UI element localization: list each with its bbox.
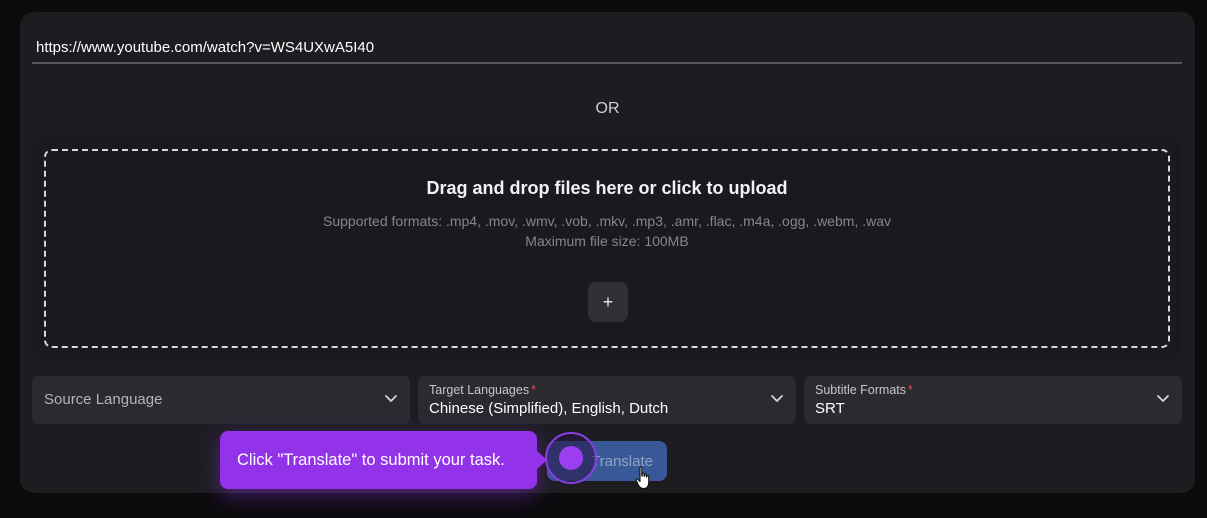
chevron-down-icon — [771, 395, 783, 402]
video-url-input[interactable] — [32, 12, 1182, 64]
target-languages-select[interactable]: Target Languages * Chinese (Simplified), … — [418, 376, 796, 424]
dropzone-title: Drag and drop files here or click to upl… — [426, 178, 788, 198]
or-separator: OR — [595, 100, 620, 117]
highlight-dot — [559, 446, 583, 470]
source-language-select[interactable]: Source Language — [32, 376, 410, 424]
chevron-down-icon — [385, 395, 397, 402]
supported-formats-text: Supported formats: .mp4, .mov, .wmv, .vo… — [323, 213, 891, 229]
required-marker: * — [531, 383, 536, 397]
upload-card: OR Drag and drop files here or click to … — [20, 12, 1195, 493]
subtitle-formats-value: SRT — [815, 400, 845, 417]
subtitle-formats-label: Subtitle Formats * — [815, 383, 913, 397]
target-languages-value: Chinese (Simplified), English, Dutch — [429, 400, 669, 417]
source-language-placeholder: Source Language — [44, 391, 163, 408]
max-file-size-text: Maximum file size: 100MB — [525, 233, 689, 249]
hand-cursor-icon — [635, 466, 650, 490]
required-marker: * — [908, 383, 913, 397]
chevron-down-icon — [1157, 395, 1169, 402]
tour-tooltip: Click "Translate" to submit your task. — [220, 431, 547, 489]
target-languages-label: Target Languages * — [429, 383, 536, 397]
dropzone-container: Drag and drop files here or click to upl… — [33, 137, 1182, 359]
file-dropzone[interactable]: Drag and drop files here or click to upl… — [44, 149, 1170, 348]
subtitle-formats-select[interactable]: Subtitle Formats * SRT — [804, 376, 1182, 424]
add-file-button[interactable]: + — [588, 282, 628, 322]
